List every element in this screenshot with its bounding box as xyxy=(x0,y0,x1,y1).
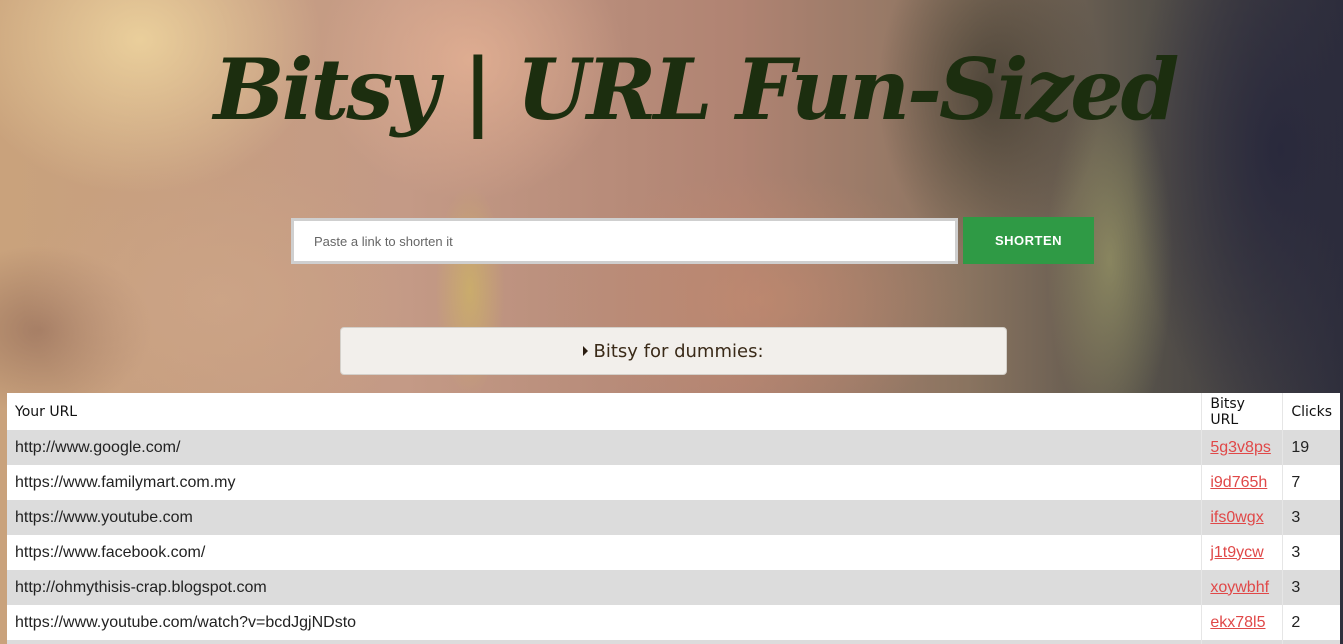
table-row: https://www.facebook.com/ j1t9ycw 3 xyxy=(7,535,1340,570)
click-count: 3 xyxy=(1282,535,1340,570)
table-row: https://www.youtube.com/watch?v=bcdJgjND… xyxy=(7,605,1340,640)
original-url: https://www.youtube.com/watch?v=bcdJgjND… xyxy=(7,605,1202,640)
url-input[interactable] xyxy=(291,218,958,264)
table-row: https://www.familymart.com.my i9d765h 7 xyxy=(7,465,1340,500)
bitsy-link[interactable]: j1t9ycw xyxy=(1210,544,1263,561)
click-count: 3 xyxy=(1282,500,1340,535)
shorten-button[interactable]: SHORTEN xyxy=(963,217,1094,264)
caret-right-icon xyxy=(583,346,589,356)
click-count: 19 xyxy=(1282,430,1340,465)
table-row xyxy=(7,640,1340,644)
click-count: 2 xyxy=(1282,605,1340,640)
bitsy-link[interactable]: xoywbhf xyxy=(1210,579,1269,596)
bitsy-link[interactable]: ekx78l5 xyxy=(1210,614,1265,631)
original-url: https://www.facebook.com/ xyxy=(7,535,1202,570)
original-url xyxy=(7,640,1202,644)
toggle-label: Bitsy for dummies: xyxy=(593,340,764,362)
bitsy-for-dummies-toggle[interactable]: Bitsy for dummies: xyxy=(340,327,1007,375)
url-table-container: Your URL Bitsy URL Clicks http://www.goo… xyxy=(7,393,1340,644)
bitsy-link[interactable]: 5g3v8ps xyxy=(1210,439,1271,456)
column-header-clicks: Clicks xyxy=(1282,393,1340,430)
bitsy-link[interactable]: i9d765h xyxy=(1210,474,1267,491)
click-count: 3 xyxy=(1282,570,1340,605)
table-row: https://www.youtube.com ifs0wgx 3 xyxy=(7,500,1340,535)
original-url: https://www.youtube.com xyxy=(7,500,1202,535)
table-header-row: Your URL Bitsy URL Clicks xyxy=(7,393,1340,430)
original-url: https://www.familymart.com.my xyxy=(7,465,1202,500)
column-header-bitsy-url: Bitsy URL xyxy=(1201,393,1283,430)
table-row: http://ohmythisis-crap.blogspot.com xoyw… xyxy=(7,570,1340,605)
column-header-your-url: Your URL xyxy=(7,393,1202,430)
url-table: Your URL Bitsy URL Clicks http://www.goo… xyxy=(7,393,1340,644)
bitsy-link[interactable]: ifs0wgx xyxy=(1210,509,1263,526)
table-row: http://www.google.com/ 5g3v8ps 19 xyxy=(7,430,1340,465)
page-title: Bitsy | URL Fun-Sized xyxy=(213,40,1180,139)
original-url: http://www.google.com/ xyxy=(7,430,1202,465)
click-count xyxy=(1282,640,1340,644)
click-count: 7 xyxy=(1282,465,1340,500)
original-url: http://ohmythisis-crap.blogspot.com xyxy=(7,570,1202,605)
